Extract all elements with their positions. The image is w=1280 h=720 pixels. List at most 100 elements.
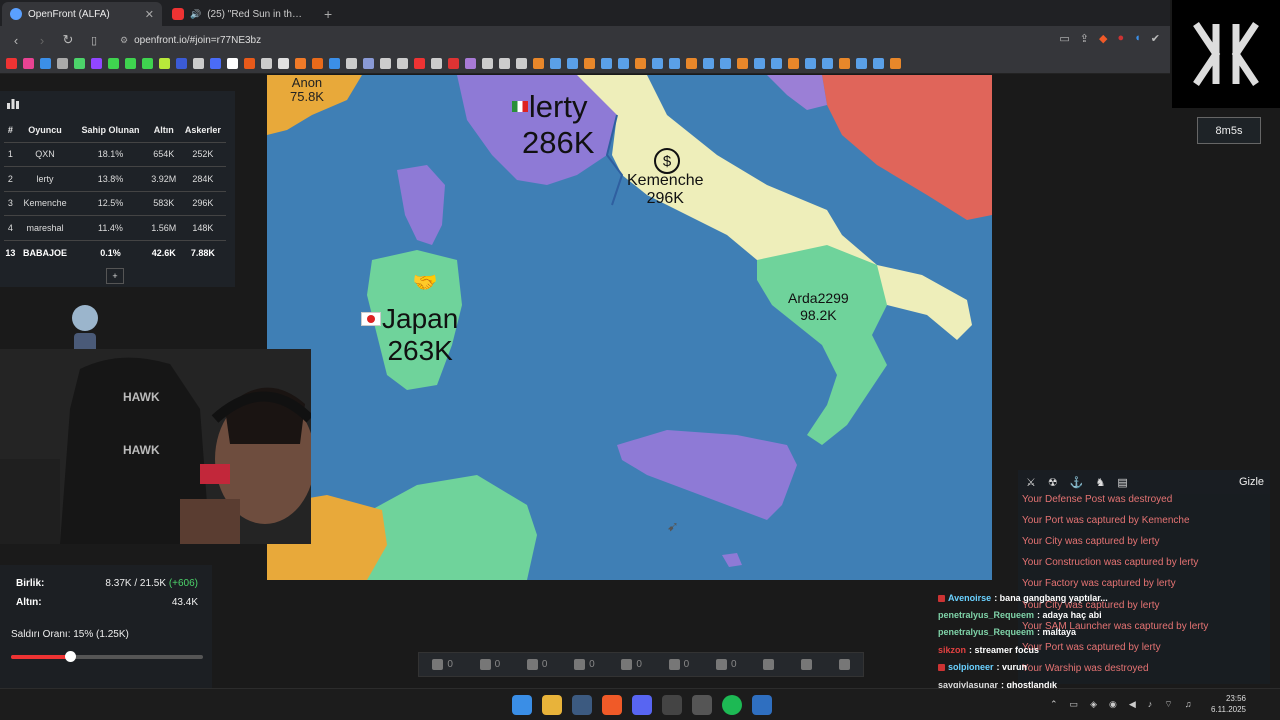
table-row[interactable]: 2 lerty 13.8% 3.92M 284K bbox=[4, 166, 226, 191]
bookmark-favicon-icon[interactable] bbox=[40, 58, 51, 69]
col-player[interactable]: Oyuncu bbox=[17, 118, 73, 142]
start-icon[interactable] bbox=[512, 695, 532, 715]
sword-icon[interactable]: ⚔ bbox=[1026, 476, 1036, 489]
share-icon[interactable]: ⇪ bbox=[1080, 32, 1089, 45]
bookmark-favicon-icon[interactable] bbox=[6, 58, 17, 69]
bookmark-favicon-icon[interactable] bbox=[516, 58, 527, 69]
url-field[interactable]: ⚙ openfront.io/#join=r77NE3bz bbox=[120, 35, 261, 46]
bookmark-favicon-icon[interactable] bbox=[91, 58, 102, 69]
bookmark-favicon-icon[interactable] bbox=[754, 58, 765, 69]
bookmark-favicon-icon[interactable] bbox=[652, 58, 663, 69]
build-missile-silo-button[interactable]: 0 bbox=[621, 659, 642, 670]
bookmark-favicon-icon[interactable] bbox=[805, 58, 816, 69]
col-rank[interactable]: # bbox=[4, 118, 17, 142]
bookmark-favicon-icon[interactable] bbox=[856, 58, 867, 69]
bookmark-favicon-icon[interactable] bbox=[482, 58, 493, 69]
bookmark-favicon-icon[interactable] bbox=[771, 58, 782, 69]
show-hidden-icons-icon[interactable]: ⌃ bbox=[1050, 699, 1058, 710]
bookmark-favicon-icon[interactable] bbox=[380, 58, 391, 69]
map-canvas[interactable] bbox=[267, 75, 992, 580]
bookmark-favicon-icon[interactable] bbox=[125, 58, 136, 69]
nuke-icon[interactable]: ☢ bbox=[1048, 476, 1058, 489]
game-map[interactable]: Anon 75.8K lerty 286K $ Kemenche 296K Ar… bbox=[267, 75, 992, 580]
table-row-self[interactable]: 13 BABAJOE 0.1% 42.6K 7.88K bbox=[4, 239, 226, 265]
steam-icon[interactable] bbox=[572, 695, 592, 715]
table-row[interactable]: 1 QXN 18.1% 654K 252K bbox=[4, 141, 226, 167]
bookmark-favicon-icon[interactable] bbox=[261, 58, 272, 69]
build-warship-button[interactable]: 0 bbox=[715, 659, 737, 670]
bookmark-favicon-icon[interactable] bbox=[74, 58, 85, 69]
extension-icon[interactable]: ● bbox=[1117, 32, 1124, 45]
bookmark-favicon-icon[interactable] bbox=[499, 58, 510, 69]
bookmark-favicon-icon[interactable] bbox=[686, 58, 697, 69]
table-row[interactable]: 4 mareshal 11.4% 1.56M 148K bbox=[4, 215, 226, 240]
bookmark-favicon-icon[interactable] bbox=[669, 58, 680, 69]
table-row[interactable]: 3 Kemenche 12.5% 583K 296K bbox=[4, 190, 226, 216]
speaker-icon[interactable]: 🔊 bbox=[190, 9, 201, 20]
bookmark-favicon-icon[interactable] bbox=[737, 58, 748, 69]
build-factory-button[interactable]: 0 bbox=[479, 659, 500, 670]
trade-icon[interactable]: ⚓ bbox=[1070, 476, 1084, 489]
cast-icon[interactable]: ▭ bbox=[1059, 32, 1069, 45]
bookmark-favicon-icon[interactable] bbox=[720, 58, 731, 69]
bookmark-favicon-icon[interactable] bbox=[431, 58, 442, 69]
bookmark-favicon-icon[interactable] bbox=[788, 58, 799, 69]
leaderboard-toggle-icon[interactable] bbox=[6, 97, 20, 109]
bookmark-favicon-icon[interactable] bbox=[329, 58, 340, 69]
mirv-button[interactable] bbox=[838, 659, 850, 670]
reload-icon[interactable]: ↻ bbox=[60, 32, 76, 48]
bookmark-favicon-icon[interactable] bbox=[363, 58, 374, 69]
app-icon[interactable] bbox=[662, 695, 682, 715]
bookmark-favicon-icon[interactable] bbox=[23, 58, 34, 69]
bookmark-favicon-icon[interactable] bbox=[618, 58, 629, 69]
hide-events-button[interactable]: Gizle bbox=[1239, 476, 1264, 488]
battery-icon[interactable]: ▭ bbox=[1070, 699, 1079, 710]
bookmark-favicon-icon[interactable] bbox=[210, 58, 221, 69]
bookmark-favicon-icon[interactable] bbox=[873, 58, 884, 69]
bookmark-favicon-icon[interactable] bbox=[193, 58, 204, 69]
bookmark-favicon-icon[interactable] bbox=[227, 58, 238, 69]
extension-icon[interactable]: ✔ bbox=[1151, 32, 1160, 45]
build-port-button[interactable]: 0 bbox=[526, 659, 547, 670]
build-sam-button[interactable]: 0 bbox=[668, 659, 689, 670]
bookmark-favicon-icon[interactable] bbox=[550, 58, 561, 69]
back-icon[interactable]: ‹ bbox=[8, 33, 24, 48]
new-tab-button[interactable]: + bbox=[316, 2, 340, 26]
bookmark-favicon-icon[interactable] bbox=[295, 58, 306, 69]
system-clock[interactable]: 23:56 6.11.2025 bbox=[1211, 693, 1246, 715]
bookmark-favicon-icon[interactable] bbox=[414, 58, 425, 69]
spotify-icon[interactable] bbox=[722, 695, 742, 715]
bookmark-favicon-icon[interactable] bbox=[346, 58, 357, 69]
microphone-icon[interactable]: ♪ bbox=[1148, 699, 1153, 710]
col-owned[interactable]: Sahip Olunan bbox=[73, 118, 147, 142]
steam-tray-icon[interactable]: ◉ bbox=[1109, 699, 1117, 710]
bookmark-favicon-icon[interactable] bbox=[57, 58, 68, 69]
build-defense-button[interactable]: 0 bbox=[574, 659, 595, 670]
bookmark-favicon-icon[interactable] bbox=[278, 58, 289, 69]
col-troops[interactable]: Askerler bbox=[180, 118, 226, 142]
bookmark-favicon-icon[interactable] bbox=[890, 58, 901, 69]
bookmark-favicon-icon[interactable] bbox=[244, 58, 255, 69]
network-icon[interactable]: ◈ bbox=[1090, 699, 1097, 710]
bookmark-favicon-icon[interactable] bbox=[601, 58, 612, 69]
bookmark-favicon-icon[interactable] bbox=[465, 58, 476, 69]
bookmark-favicon-icon[interactable] bbox=[567, 58, 578, 69]
attack-ratio-slider[interactable] bbox=[11, 651, 203, 662]
expand-leaderboard-button[interactable]: + bbox=[106, 268, 124, 284]
file-explorer-icon[interactable] bbox=[542, 695, 562, 715]
bookmark-favicon-icon[interactable] bbox=[312, 58, 323, 69]
bookmark-favicon-icon[interactable] bbox=[176, 58, 187, 69]
chat-icon[interactable]: ▤ bbox=[1117, 476, 1127, 489]
volume-icon[interactable]: ◀ bbox=[1129, 699, 1136, 710]
bookmark-favicon-icon[interactable] bbox=[635, 58, 646, 69]
close-icon[interactable]: ✕ bbox=[145, 8, 154, 21]
discord-icon[interactable] bbox=[632, 695, 652, 715]
slider-handle[interactable] bbox=[64, 651, 76, 662]
hydrogen-bomb-button[interactable] bbox=[800, 659, 812, 670]
bookmark-icon[interactable]: ▯ bbox=[86, 34, 102, 47]
site-info-icon[interactable]: ⚙ bbox=[120, 35, 128, 46]
build-city-button[interactable]: 0 bbox=[432, 659, 453, 670]
bookmark-favicon-icon[interactable] bbox=[108, 58, 119, 69]
forward-icon[interactable]: › bbox=[34, 33, 50, 48]
battle-net-icon[interactable] bbox=[752, 695, 772, 715]
